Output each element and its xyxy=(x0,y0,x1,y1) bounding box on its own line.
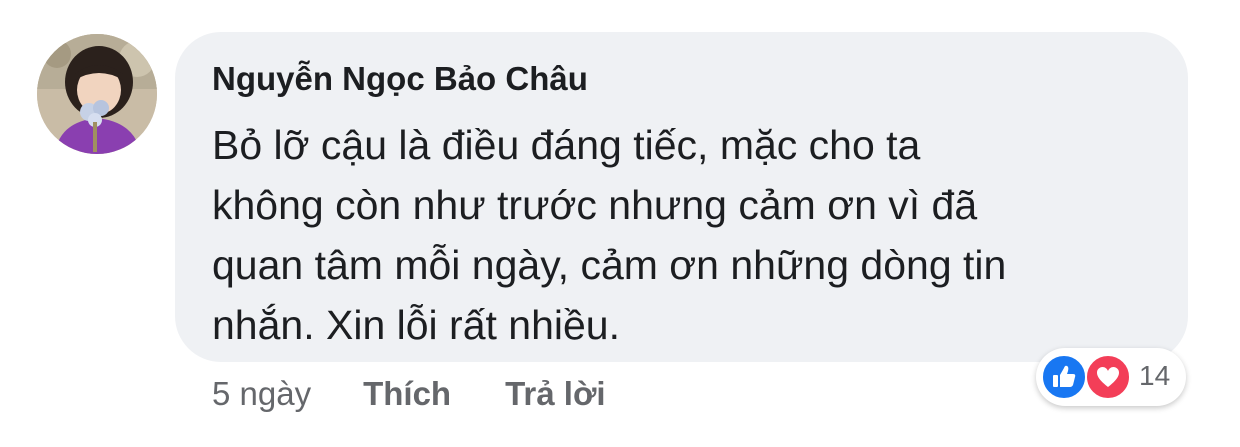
comment-text-line: quan tâm mỗi ngày, cảm ơn những dòng tin xyxy=(212,242,1007,288)
comment-text-line: Bỏ lỡ cậu là điều đáng tiếc, mặc cho ta xyxy=(212,122,921,168)
heart-icon xyxy=(1085,354,1131,400)
comment-container: Nguyễn Ngọc Bảo Châu Bỏ lỡ cậu là điều đ… xyxy=(0,0,1240,447)
comment-text-line: không còn như trước nhưng cảm ơn vì đã xyxy=(212,182,978,228)
profile-photo xyxy=(37,34,157,154)
comment-author-name[interactable]: Nguyễn Ngọc Bảo Châu xyxy=(212,60,588,98)
reactions-summary[interactable]: 14 xyxy=(1036,348,1186,406)
comment-actions: 5 ngày Thích Trả lời xyxy=(212,372,606,416)
avatar[interactable] xyxy=(37,34,157,154)
reply-button[interactable]: Trả lời xyxy=(505,375,606,413)
comment-bubble: Nguyễn Ngọc Bảo Châu Bỏ lỡ cậu là điều đ… xyxy=(175,32,1188,362)
comment-timestamp[interactable]: 5 ngày xyxy=(212,375,311,413)
comment-text-line: nhắn. Xin lỗi rất nhiều. xyxy=(212,302,620,348)
like-button[interactable]: Thích xyxy=(363,375,451,413)
reaction-count: 14 xyxy=(1139,360,1171,391)
comment-text: Bỏ lỡ cậu là điều đáng tiếc, mặc cho ta … xyxy=(212,115,1172,355)
thumbs-up-icon xyxy=(1041,354,1087,400)
